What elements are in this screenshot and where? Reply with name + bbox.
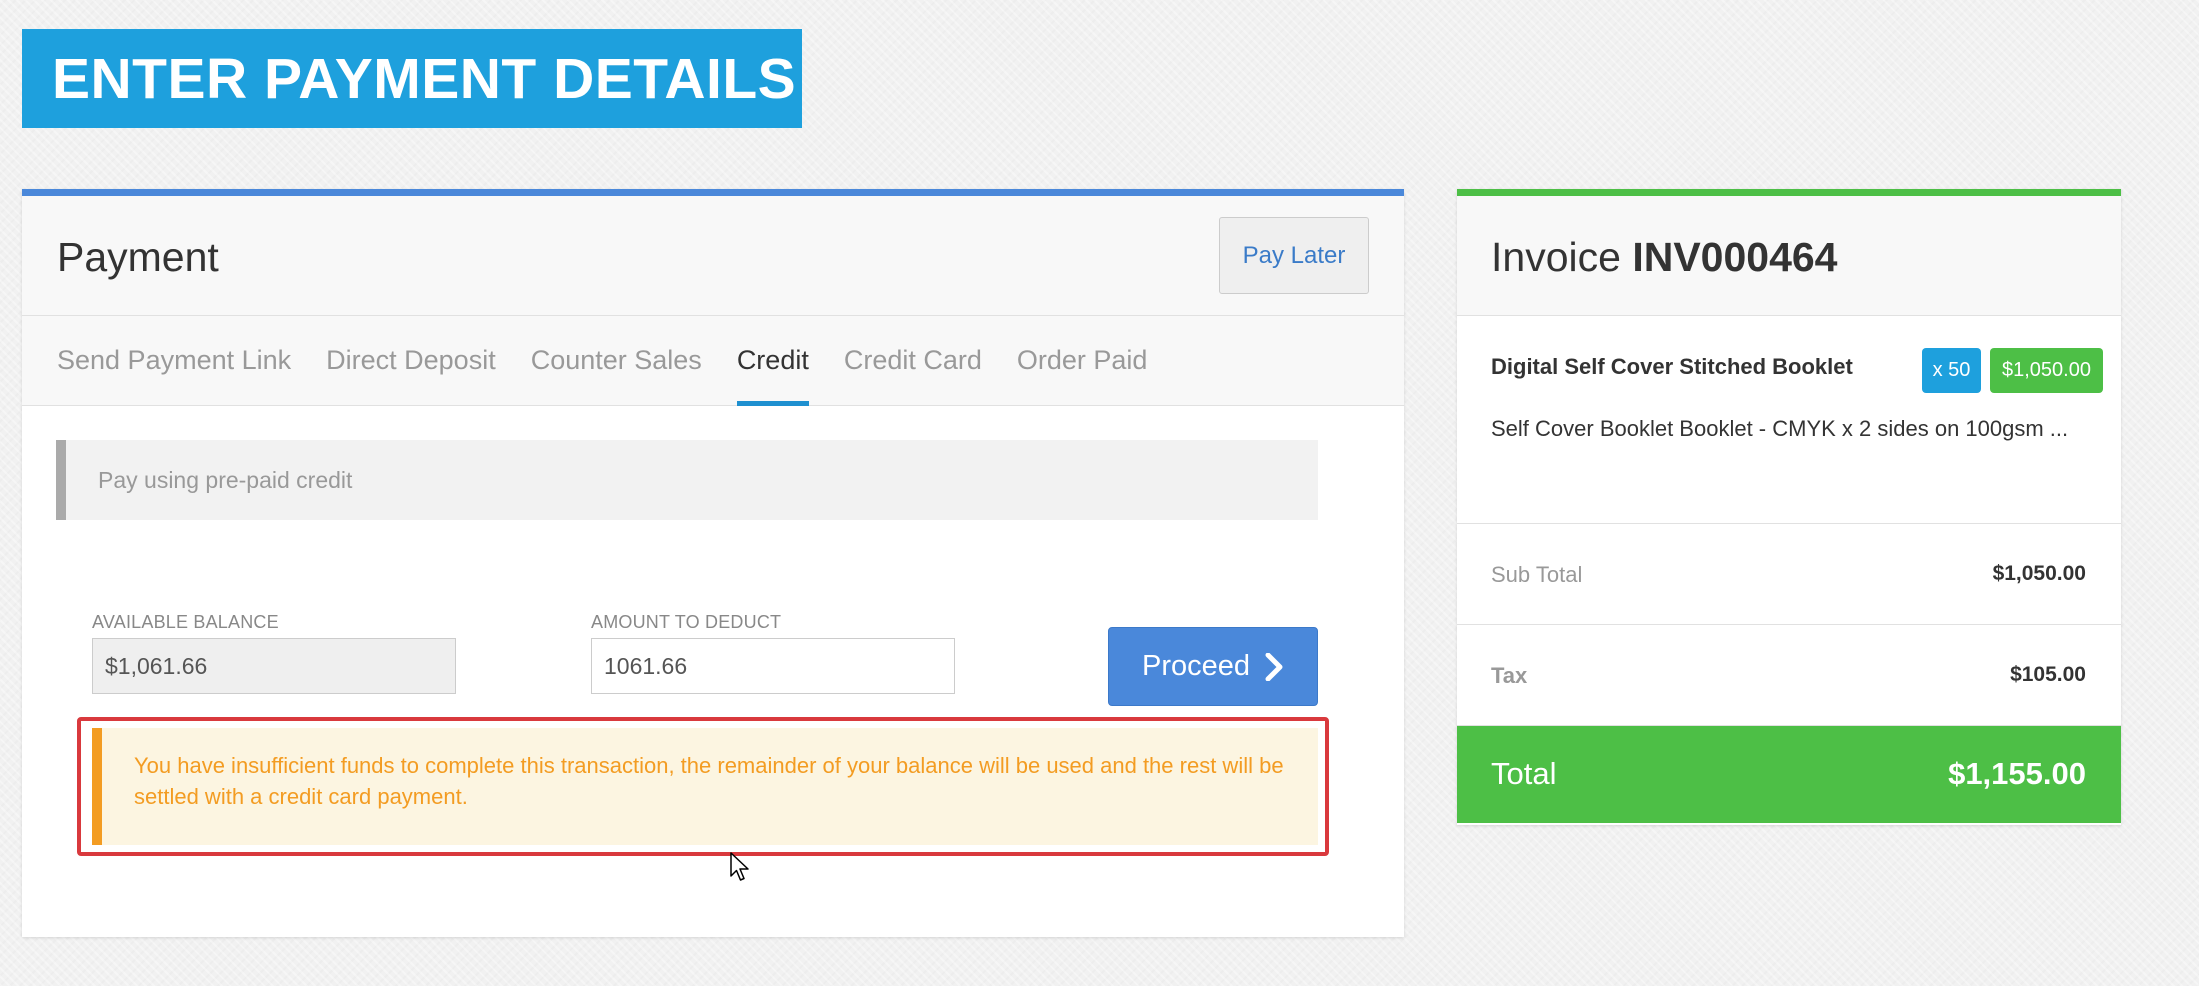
page-title: ENTER PAYMENT DETAILS: [22, 29, 802, 128]
chevron-right-icon: [1265, 652, 1283, 681]
tax-row: Tax $105.00: [1457, 625, 2121, 726]
tax-value: $105.00: [2010, 663, 2086, 686]
item-quantity-badge: x 50: [1922, 348, 1981, 393]
invoice-heading: Invoice INV000464: [1491, 234, 1838, 281]
total-row: Total $1,155.00: [1457, 726, 2121, 823]
sub-total-label: Sub Total: [1491, 562, 1583, 587]
pay-later-button[interactable]: Pay Later: [1219, 217, 1369, 294]
invoice-line-item: Digital Self Cover Stitched Booklet x 50…: [1457, 316, 2121, 524]
mouse-pointer-icon: [730, 852, 749, 881]
insufficient-funds-alert: You have insufficient funds to complete …: [92, 728, 1318, 845]
invoice-label: Invoice: [1491, 234, 1621, 280]
sub-total-value: $1,050.00: [1992, 562, 2086, 585]
tab-credit-card[interactable]: Credit Card: [844, 316, 982, 405]
amount-to-deduct-label: AMOUNT TO DEDUCT: [591, 612, 782, 632]
tab-credit[interactable]: Credit: [736, 316, 809, 406]
proceed-label: Proceed: [1141, 650, 1250, 682]
payment-method-tabs: Send Payment Link Direct Deposit Counter…: [22, 316, 1404, 406]
total-label: Total: [1491, 756, 1557, 791]
invoice-number: INV000464: [1632, 234, 1838, 280]
proceed-button[interactable]: Proceed: [1108, 627, 1318, 706]
payment-header: Payment Pay Later: [22, 196, 1404, 316]
available-balance-field: $1,061.66: [92, 638, 456, 694]
tab-counter-sales[interactable]: Counter Sales: [531, 316, 702, 405]
total-value: $1,155.00: [1948, 756, 2086, 791]
invoice-panel: Invoice INV000464 Digital Self Cover Sti…: [1457, 189, 2121, 825]
payment-heading: Payment: [57, 234, 219, 280]
tab-direct-deposit[interactable]: Direct Deposit: [326, 316, 496, 405]
tab-order-paid[interactable]: Order Paid: [1017, 316, 1148, 405]
invoice-header: Invoice INV000464: [1457, 196, 2121, 316]
item-name: Digital Self Cover Stitched Booklet: [1491, 354, 1853, 379]
available-balance-label: AVAILABLE BALANCE: [92, 612, 279, 632]
amount-to-deduct-input[interactable]: 1061.66: [591, 638, 955, 694]
item-price-badge: $1,050.00: [1990, 348, 2103, 393]
tab-send-payment-link[interactable]: Send Payment Link: [57, 316, 291, 405]
credit-info-banner: Pay using pre-paid credit: [56, 440, 1318, 520]
tax-label: Tax: [1491, 663, 1528, 688]
item-description: Self Cover Booklet Booklet - CMYK x 2 si…: [1491, 416, 2069, 441]
sub-total-row: Sub Total $1,050.00: [1457, 524, 2121, 625]
